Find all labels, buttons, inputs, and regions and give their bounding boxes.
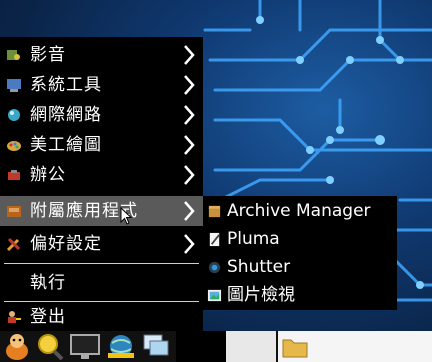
main-menu: 影音 系統工具 網際網路 美工繪圖 辦公 附屬應用程式 偏好設定 執行 登出 [0,37,203,331]
network-globe-icon[interactable] [104,331,138,362]
menu-item-preferences[interactable]: 偏好設定 [0,229,203,259]
menu-item-run[interactable]: 執行 [0,268,203,298]
menu-item-label: 執行 [30,273,66,293]
taskbar-window-button[interactable] [278,331,432,362]
monitor-icon[interactable] [68,331,104,362]
menu-item-label: 系統工具 [30,75,102,95]
chevron-right-icon [184,75,195,95]
chevron-right-icon [184,45,195,65]
menu-item-label: 偏好設定 [30,234,102,254]
chevron-right-icon [184,201,195,221]
search-icon[interactable] [34,331,66,362]
submenu-item-image-viewer[interactable]: 圖片檢視 [203,281,397,309]
image-viewer-icon [207,289,222,302]
submenu-item-pluma[interactable]: Pluma [203,225,397,253]
chevron-right-icon [184,135,195,155]
menu-item-logout[interactable]: 登出 [0,302,203,332]
menu-item-system-tools[interactable]: 系統工具 [0,70,203,100]
multimedia-icon [7,50,20,60]
windows-icon[interactable] [140,331,174,362]
shutter-icon [208,261,221,274]
menu-item-office[interactable]: 辦公 [0,160,203,190]
menu-item-multimedia[interactable]: 影音 [0,40,203,70]
menu-item-label: 影音 [30,45,66,65]
menu-item-label: 美工繪圖 [30,135,102,155]
menu-item-label: 網際網路 [30,105,102,125]
menu-item-label: 登出 [30,307,66,327]
submenu-item-label: 圖片檢視 [227,285,295,305]
office-icon [8,170,20,180]
menu-item-accessories[interactable]: 附屬應用程式 [0,196,203,226]
archive-manager-icon [208,205,221,218]
taskbar-empty-slot [176,331,226,362]
menu-item-label: 辦公 [30,165,66,185]
preferences-icon [6,237,21,252]
taskbar-blank-button[interactable] [226,331,276,362]
logout-icon [8,311,21,323]
submenu-item-label: Pluma [227,229,280,249]
start-menu-icon[interactable] [2,331,32,362]
chevron-right-icon [184,165,195,185]
chevron-right-icon [184,105,195,125]
submenu-item-shutter[interactable]: Shutter [203,253,397,281]
accessories-submenu: Archive Manager Pluma Shutter 圖片檢視 [203,196,397,310]
mouse-cursor-icon [120,207,132,225]
submenu-item-label: Archive Manager [227,201,371,221]
submenu-item-archive-manager[interactable]: Archive Manager [203,197,397,225]
graphics-icon [7,141,21,151]
chevron-right-icon [184,234,195,254]
submenu-item-label: Shutter [227,257,291,277]
system-tools-icon [7,79,21,92]
folder-icon [282,339,308,358]
menu-item-graphics[interactable]: 美工繪圖 [0,130,203,160]
internet-icon [8,109,20,121]
menu-separator [4,263,199,264]
pluma-icon [209,232,220,247]
menu-item-internet[interactable]: 網際網路 [0,100,203,130]
taskbar [0,331,432,362]
accessories-icon [7,206,21,217]
